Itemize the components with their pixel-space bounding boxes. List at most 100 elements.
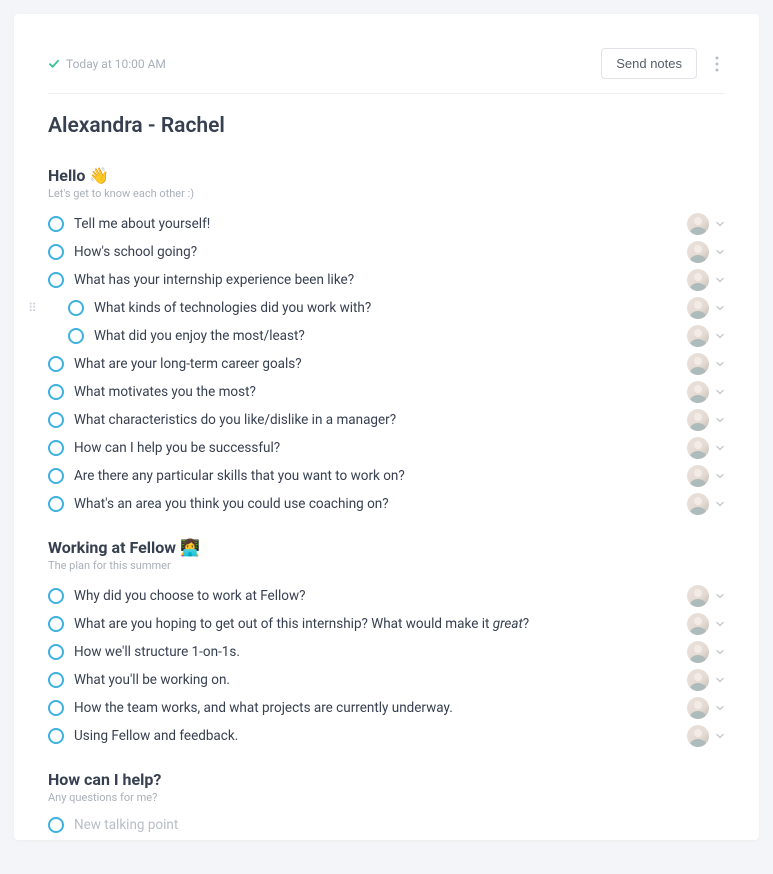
chevron-down-icon[interactable] (715, 415, 725, 425)
talking-point-row: Tell me about yourself! (48, 210, 725, 238)
section-subtitle[interactable]: The plan for this summer (48, 559, 725, 572)
section-title[interactable]: How can I help? (48, 770, 725, 789)
assignee-avatar[interactable] (687, 381, 709, 403)
item-checkbox[interactable] (48, 817, 64, 833)
talking-point-row: ⠿What kinds of technologies did you work… (48, 294, 725, 322)
chevron-down-icon[interactable] (715, 303, 725, 313)
item-text[interactable]: Tell me about yourself! (74, 216, 687, 232)
drag-handle-icon[interactable]: ⠿ (28, 302, 37, 314)
chevron-down-icon[interactable] (715, 331, 725, 341)
assignee-avatar[interactable] (687, 325, 709, 347)
talking-point-row: What did you enjoy the most/least? (48, 322, 725, 350)
chevron-down-icon[interactable] (715, 247, 725, 257)
assignee-avatar[interactable] (687, 409, 709, 431)
chevron-down-icon[interactable] (715, 499, 725, 509)
talking-point-row: Why did you choose to work at Fellow? (48, 582, 725, 610)
item-text[interactable]: What has your internship experience been… (74, 272, 687, 288)
item-text[interactable]: What you'll be working on. (74, 672, 687, 688)
section-subtitle[interactable]: Any questions for me? (48, 791, 725, 804)
chevron-down-icon[interactable] (715, 219, 725, 229)
talking-point-row: What's an area you think you could use c… (48, 490, 725, 518)
item-actions (687, 241, 725, 263)
item-checkbox[interactable] (68, 328, 84, 344)
item-checkbox[interactable] (48, 216, 64, 232)
chevron-down-icon[interactable] (715, 619, 725, 629)
chevron-down-icon[interactable] (715, 275, 725, 285)
assignee-avatar[interactable] (687, 241, 709, 263)
section: How can I help? Any questions for me? New … (48, 770, 725, 836)
new-talking-point-input[interactable]: New talking point (74, 817, 725, 833)
item-text[interactable]: What's an area you think you could use c… (74, 496, 687, 512)
chevron-down-icon[interactable] (715, 731, 725, 741)
more-menu-button[interactable] (709, 56, 725, 72)
assignee-avatar[interactable] (687, 493, 709, 515)
item-text[interactable]: Why did you choose to work at Fellow? (74, 588, 687, 604)
meeting-card: Today at 10:00 AM Send notes Alexandra -… (14, 14, 759, 840)
chevron-down-icon[interactable] (715, 471, 725, 481)
assignee-avatar[interactable] (687, 437, 709, 459)
item-checkbox[interactable] (48, 728, 64, 744)
item-text[interactable]: Are there any particular skills that you… (74, 468, 687, 484)
item-checkbox[interactable] (48, 384, 64, 400)
item-text[interactable]: Using Fellow and feedback. (74, 728, 687, 744)
item-text[interactable]: What did you enjoy the most/least? (94, 328, 687, 344)
item-text[interactable]: What are you hoping to get out of this i… (74, 616, 687, 632)
chevron-down-icon[interactable] (715, 703, 725, 713)
item-text[interactable]: How we'll structure 1-on-1s. (74, 644, 687, 660)
assignee-avatar[interactable] (687, 213, 709, 235)
item-text[interactable]: What kinds of technologies did you work … (94, 300, 687, 316)
assignee-avatar[interactable] (687, 585, 709, 607)
item-checkbox[interactable] (68, 300, 84, 316)
assignee-avatar[interactable] (687, 269, 709, 291)
chevron-down-icon[interactable] (715, 387, 725, 397)
timestamp: Today at 10:00 AM (66, 57, 166, 71)
item-checkbox[interactable] (48, 588, 64, 604)
talking-point-row: What are you hoping to get out of this i… (48, 610, 725, 638)
send-notes-button[interactable]: Send notes (601, 48, 697, 79)
item-checkbox[interactable] (48, 244, 64, 260)
assignee-avatar[interactable] (687, 641, 709, 663)
item-actions (687, 613, 725, 635)
item-checkbox[interactable] (48, 616, 64, 632)
chevron-down-icon[interactable] (715, 591, 725, 601)
assignee-avatar[interactable] (687, 725, 709, 747)
item-checkbox[interactable] (48, 356, 64, 372)
item-checkbox[interactable] (48, 440, 64, 456)
chevron-down-icon[interactable] (715, 675, 725, 685)
item-checkbox[interactable] (48, 700, 64, 716)
section-title[interactable]: Hello 👋 (48, 166, 725, 185)
assignee-avatar[interactable] (687, 465, 709, 487)
item-actions (687, 697, 725, 719)
item-text[interactable]: What characteristics do you like/dislike… (74, 412, 687, 428)
section-title[interactable]: Working at Fellow 👩‍💻 (48, 538, 725, 557)
assignee-avatar[interactable] (687, 697, 709, 719)
item-checkbox[interactable] (48, 272, 64, 288)
item-text[interactable]: What are your long-term career goals? (74, 356, 687, 372)
assignee-avatar[interactable] (687, 353, 709, 375)
chevron-down-icon[interactable] (715, 359, 725, 369)
check-icon (48, 58, 60, 70)
item-checkbox[interactable] (48, 412, 64, 428)
talking-point-row: How we'll structure 1-on-1s. (48, 638, 725, 666)
item-checkbox[interactable] (48, 468, 64, 484)
assignee-avatar[interactable] (687, 297, 709, 319)
talking-point-row: What has your internship experience been… (48, 266, 725, 294)
chevron-down-icon[interactable] (715, 647, 725, 657)
item-text[interactable]: How can I help you be successful? (74, 440, 687, 456)
timestamp-wrap: Today at 10:00 AM (48, 57, 166, 71)
chevron-down-icon[interactable] (715, 443, 725, 453)
assignee-avatar[interactable] (687, 613, 709, 635)
item-checkbox[interactable] (48, 672, 64, 688)
item-actions (687, 493, 725, 515)
item-text[interactable]: What motivates you the most? (74, 384, 687, 400)
item-checkbox[interactable] (48, 496, 64, 512)
item-checkbox[interactable] (48, 644, 64, 660)
item-text[interactable]: How the team works, and what projects ar… (74, 700, 687, 716)
item-actions (687, 297, 725, 319)
page-title: Alexandra - Rachel (48, 114, 725, 138)
item-actions (687, 325, 725, 347)
item-text[interactable]: How's school going? (74, 244, 687, 260)
assignee-avatar[interactable] (687, 669, 709, 691)
talking-point-row: What are your long-term career goals? (48, 350, 725, 378)
section-subtitle[interactable]: Let's get to know each other :) (48, 187, 725, 200)
